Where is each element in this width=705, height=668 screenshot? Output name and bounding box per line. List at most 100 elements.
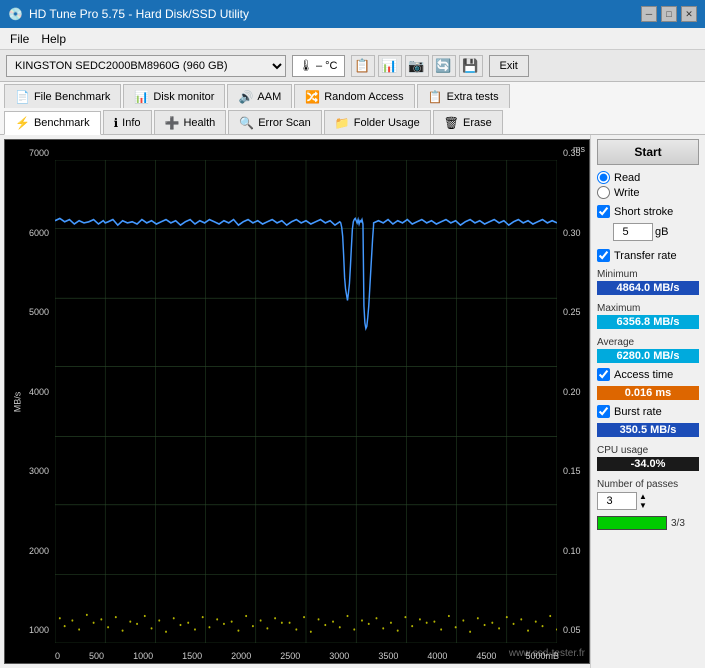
toolbar-icon-3[interactable]: 📷 [405, 55, 429, 77]
minimize-button[interactable]: ─ [641, 6, 657, 22]
tab-row-2: ⚡ Benchmark ℹ Info ➕ Health 🔍 Error Scan… [0, 108, 705, 134]
tab-benchmark[interactable]: ⚡ Benchmark [4, 111, 101, 135]
transfer-rate-checkbox[interactable] [597, 249, 610, 262]
tab-folder-usage[interactable]: 📁 Folder Usage [324, 110, 431, 134]
x-label-3000: 3000 [329, 651, 349, 661]
y-axis-right-label: ms [573, 144, 585, 154]
transfer-rate-row: Transfer rate [597, 249, 699, 262]
close-button[interactable]: ✕ [681, 6, 697, 22]
main-content: MB/s 7000 6000 5000 4000 3000 2000 1000 … [0, 135, 705, 668]
extra-tests-icon: 📋 [428, 90, 443, 104]
access-time-value: 0.016 ms [597, 386, 699, 400]
radio-read[interactable] [597, 171, 610, 184]
tab-folder-usage-label: Folder Usage [354, 117, 420, 129]
y-label-6000: 6000 [7, 228, 53, 238]
menu-file[interactable]: File [4, 30, 35, 48]
tab-extra-tests[interactable]: 📋 Extra tests [417, 84, 510, 108]
tab-erase-label: Erase [463, 117, 492, 129]
radio-write[interactable] [597, 186, 610, 199]
tab-aam[interactable]: 🔊 AAM [227, 84, 292, 108]
minimum-label: Minimum [597, 269, 699, 280]
y-label-right-030: 0.30 [561, 228, 587, 238]
title-bar: 💿 HD Tune Pro 5.75 - Hard Disk/SSD Utili… [0, 0, 705, 28]
toolbar-icon-5[interactable]: 💾 [459, 55, 483, 77]
y-label-right-015: 0.15 [561, 466, 587, 476]
tab-info-label: Info [122, 117, 140, 129]
app-icon: 💿 [8, 7, 23, 21]
thermometer-icon: 🌡 [299, 59, 313, 72]
tab-random-access-label: Random Access [324, 91, 403, 103]
transfer-rate-label: Transfer rate [614, 250, 677, 262]
minimum-section: Minimum 4864.0 MB/s [597, 266, 699, 296]
x-label-500: 500 [89, 651, 104, 661]
erase-icon: 🗑 [444, 116, 459, 130]
y-label-right-025: 0.25 [561, 307, 587, 317]
short-stroke-input[interactable] [613, 223, 653, 241]
info-icon: ℹ [114, 116, 119, 130]
y-label-3000: 3000 [7, 466, 53, 476]
tab-disk-monitor[interactable]: 📊 Disk monitor [123, 84, 225, 108]
progress-text: 3/3 [671, 518, 685, 529]
temp-value: – °C [316, 60, 338, 72]
tab-file-benchmark[interactable]: 📄 File Benchmark [4, 84, 121, 108]
title-bar-controls: ─ □ ✕ [641, 6, 697, 22]
chart-area: MB/s 7000 6000 5000 4000 3000 2000 1000 … [4, 139, 590, 664]
access-time-checkbox[interactable] [597, 368, 610, 381]
tab-health-label: Health [183, 117, 215, 129]
tab-erase[interactable]: 🗑 Erase [433, 110, 503, 134]
passes-up-icon[interactable]: ▲▼ [639, 492, 647, 510]
toolbar-icon-4[interactable]: 🔄 [432, 55, 456, 77]
tab-random-access[interactable]: 🔀 Random Access [294, 84, 414, 108]
drive-select[interactable]: KINGSTON SEDC2000BM8960G (960 GB) [6, 55, 286, 77]
tab-health[interactable]: ➕ Health [154, 110, 227, 134]
radio-write-label: Write [614, 187, 639, 199]
cpu-usage-label: CPU usage [597, 445, 699, 456]
x-label-0: 0 [55, 651, 60, 661]
short-stroke-spinbox-row: gB [613, 223, 699, 241]
watermark: www.ssd-tester.fr [509, 648, 585, 659]
cpu-usage-value: -34.0% [597, 457, 699, 471]
radio-read-label: Read [614, 172, 640, 184]
y-label-2000: 2000 [7, 546, 53, 556]
burst-rate-label: Burst rate [614, 406, 662, 418]
y-label-right-020: 0.20 [561, 387, 587, 397]
toolbar-icon-1[interactable]: 📋 [351, 55, 375, 77]
x-label-2500: 2500 [280, 651, 300, 661]
minimum-value: 4864.0 MB/s [597, 281, 699, 295]
tab-info[interactable]: ℹ Info [103, 110, 152, 134]
tab-row-1: 📄 File Benchmark 📊 Disk monitor 🔊 AAM 🔀 … [0, 82, 705, 108]
access-time-label: Access time [614, 369, 673, 381]
health-icon: ➕ [165, 116, 180, 130]
folder-usage-icon: 📁 [335, 116, 350, 130]
y-label-1000: 1000 [7, 625, 53, 635]
maximize-button[interactable]: □ [661, 6, 677, 22]
radio-group: Read Write [597, 171, 699, 199]
y-axis-right: 0.35 0.30 0.25 0.20 0.15 0.10 0.05 [559, 140, 589, 643]
y-label-right-010: 0.10 [561, 546, 587, 556]
start-button[interactable]: Start [597, 139, 699, 165]
passes-input[interactable] [597, 492, 637, 510]
progress-bar-container: 3/3 [597, 516, 699, 530]
random-access-icon: 🔀 [305, 90, 320, 104]
tab-error-scan[interactable]: 🔍 Error Scan [228, 110, 322, 134]
exit-button[interactable]: Exit [489, 55, 529, 77]
access-time-row: Access time [597, 368, 699, 381]
toolbar-icons: 📋 📊 📷 🔄 💾 [351, 55, 483, 77]
temp-display: 🌡 – °C [292, 55, 345, 77]
benchmark-icon: ⚡ [15, 116, 30, 130]
passes-label: Number of passes [597, 479, 699, 490]
average-label: Average [597, 337, 699, 348]
radio-write-row: Write [597, 186, 699, 199]
burst-rate-checkbox[interactable] [597, 405, 610, 418]
title-bar-left: 💿 HD Tune Pro 5.75 - Hard Disk/SSD Utili… [8, 7, 249, 21]
x-label-4500: 4500 [476, 651, 496, 661]
tab-file-benchmark-label: File Benchmark [34, 91, 110, 103]
y-label-5000: 5000 [7, 307, 53, 317]
short-stroke-row: Short stroke [597, 205, 699, 218]
x-label-1500: 1500 [182, 651, 202, 661]
short-stroke-checkbox[interactable] [597, 205, 610, 218]
cpu-usage-section: CPU usage -34.0% [597, 442, 699, 472]
toolbar-icon-2[interactable]: 📊 [378, 55, 402, 77]
menu-help[interactable]: Help [35, 30, 72, 48]
maximum-value: 6356.8 MB/s [597, 315, 699, 329]
